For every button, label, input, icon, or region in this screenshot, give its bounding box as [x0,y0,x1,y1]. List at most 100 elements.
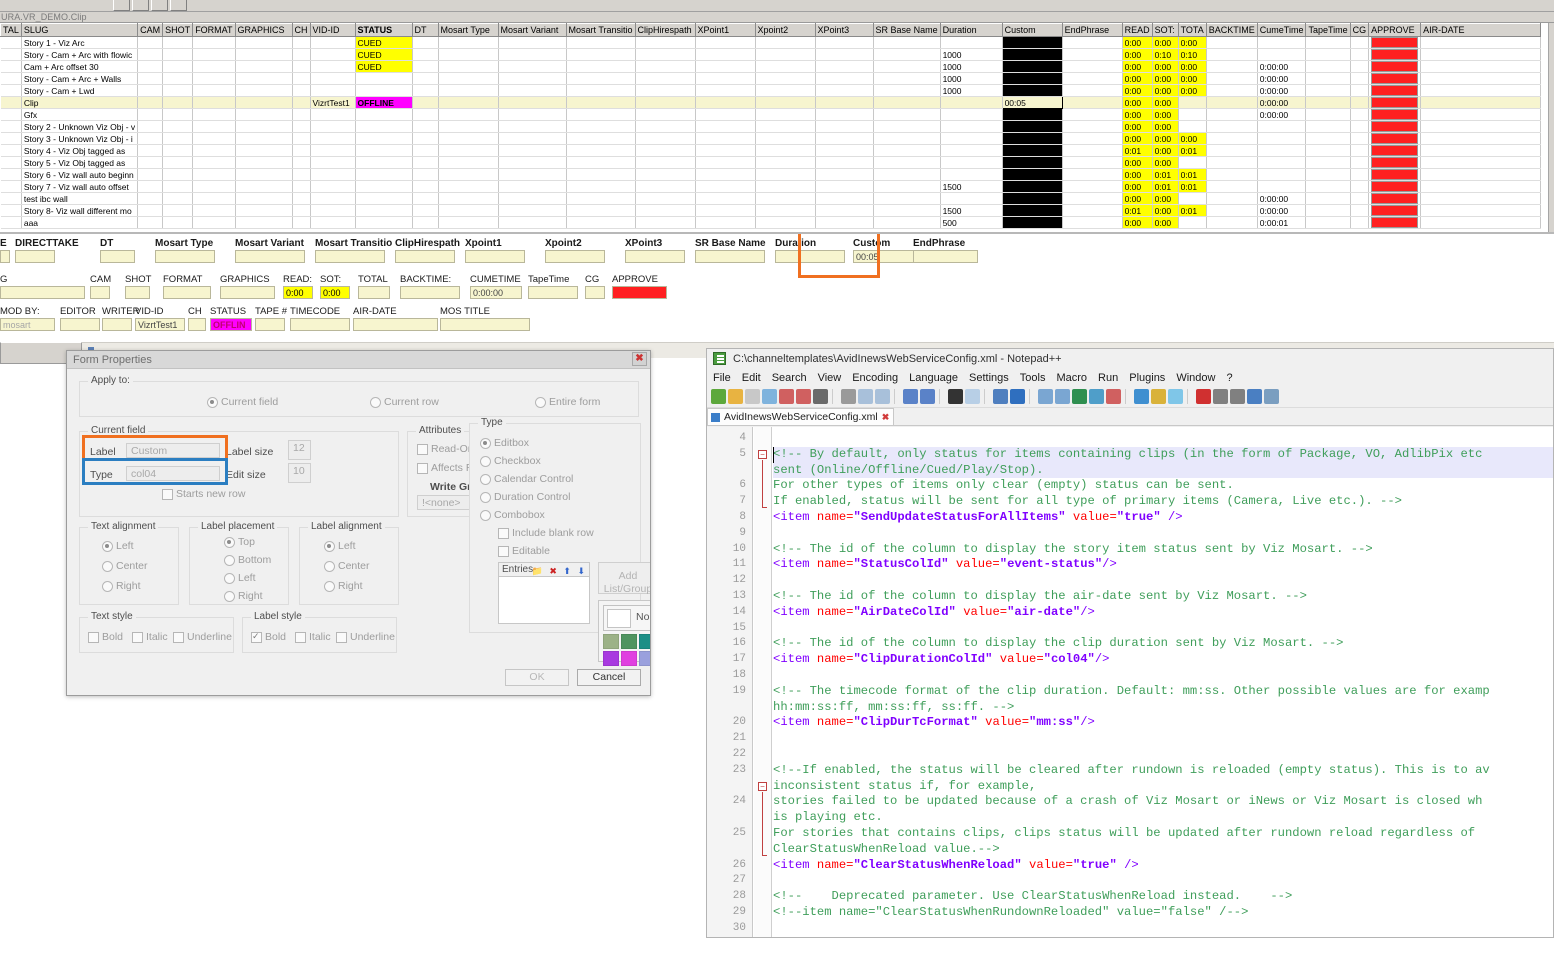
cell-slug[interactable]: Story 4 - Viz Obj tagged as [21,145,137,157]
cell-xpoint2[interactable] [755,37,815,49]
toolbar-button-3[interactable] [151,0,168,11]
cell-dt[interactable] [412,85,438,97]
cell-shot[interactable] [163,157,193,169]
cell-vid-id[interactable]: VizrtTest1 [310,97,355,109]
code-line[interactable]: <item name="AirDateColId" value="air-dat… [773,605,1095,621]
cell-cam[interactable] [138,37,163,49]
cell-mosart-transition[interactable] [566,169,635,181]
cell-cumetime[interactable]: 0:00:00 [1257,61,1306,73]
text-style-italic-checkbox[interactable]: Italic [132,631,168,643]
cell-cumetime[interactable]: 0:00:00 [1257,85,1306,97]
cell-cg[interactable] [1350,97,1369,109]
editable-checkbox[interactable]: Editable [498,545,550,557]
cell-xpoint3[interactable] [815,37,873,49]
column-header-cumetime[interactable]: CumeTime [1257,24,1306,37]
code-line[interactable]: <item name="ClipDurationColId" value="co… [773,652,1109,668]
no-color-swatch[interactable]: No Color [603,605,651,631]
cell-xpoint3[interactable] [815,181,873,193]
cell-total[interactable]: 0:01 [1178,169,1206,181]
field-input[interactable] [0,250,10,263]
column-header-mosart-type[interactable]: Mosart Type [438,24,498,37]
cell-status[interactable]: CUED [355,37,412,49]
field-input[interactable]: VizrtTest1 [135,318,185,331]
cell-ch[interactable] [292,181,310,193]
cell-total[interactable]: 0:01 [1178,181,1206,193]
cell-vid-id[interactable] [310,109,355,121]
cell-approve[interactable] [1369,169,1421,181]
cell-total[interactable]: 0:00 [1178,85,1206,97]
cell-cumetime[interactable]: 0:00:00 [1257,73,1306,85]
cell-ch[interactable] [292,37,310,49]
code-line[interactable]: <!-- The id of the column to display the… [773,589,1307,605]
column-header-graphics[interactable]: GRAPHICS [235,24,292,37]
cell-mosart-transition[interactable] [566,157,635,169]
cell-shot[interactable] [163,85,193,97]
field-input[interactable] [695,250,765,263]
cell-mosart-type[interactable] [438,37,498,49]
column-header-custom[interactable]: Custom [1002,24,1062,37]
cell-total[interactable]: 0:00 [1178,73,1206,85]
cell-xpoint3[interactable] [815,85,873,97]
cell-air-date[interactable] [1421,37,1541,49]
cell-cam[interactable] [138,61,163,73]
cell-format[interactable] [193,181,235,193]
fold-collapse-icon[interactable]: − [758,450,767,459]
column-header-xpoint3[interactable]: XPoint3 [815,24,873,37]
cell-backtime[interactable] [1206,109,1257,121]
cell-sr-base-name[interactable] [873,97,940,109]
toolbar-icon-16[interactable] [965,389,980,404]
cell-approve[interactable] [1369,85,1421,97]
cell-duration[interactable] [940,169,1002,181]
radio-label-align-center[interactable]: Center [324,560,370,572]
cell-duration[interactable]: 500 [940,217,1002,229]
radio-text-align-right[interactable]: Right [102,580,141,592]
close-icon[interactable]: ✖ [632,352,647,366]
cell-tal[interactable] [1,73,22,85]
radio-combobox[interactable]: Combobox [480,509,545,521]
field-input[interactable]: OFFLIN [210,318,252,331]
table-row[interactable]: Story 3 - Unknown Viz Obj - i0:000:000:0… [1,133,1541,145]
cell-mosart-transition[interactable] [566,121,635,133]
table-row[interactable]: ClipVizrtTest1OFFLINE00:050:000:000:00:0… [1,97,1541,109]
cell-xpoint3[interactable] [815,73,873,85]
field-input[interactable] [775,250,845,263]
cell-cumetime[interactable] [1257,121,1306,133]
cell-shot[interactable] [163,73,193,85]
cell-mosart-type[interactable] [438,145,498,157]
cell-endphrase[interactable] [1062,49,1122,61]
cell-tapetime[interactable] [1306,217,1350,229]
toolbar-icon-19[interactable] [1010,389,1025,404]
cell-tal[interactable] [1,37,22,49]
cell-ch[interactable] [292,133,310,145]
cell-format[interactable] [193,73,235,85]
cell-ch[interactable] [292,217,310,229]
code-line[interactable]: <!-- The id of the column to display the… [773,636,1343,652]
cell-sot[interactable]: 0:00 [1152,205,1178,217]
cell-mosart-transition[interactable] [566,193,635,205]
code-line[interactable]: <item name="ClipDurTcFormat" value="mm:s… [773,715,1095,731]
cell-status[interactable] [355,157,412,169]
column-header-sot-[interactable]: SOT: [1152,24,1178,37]
cell-mosart-type[interactable] [438,133,498,145]
cell-cg[interactable] [1350,37,1369,49]
toolbar-icon-8[interactable] [841,389,856,404]
cell-approve[interactable] [1369,49,1421,61]
cell-backtime[interactable] [1206,37,1257,49]
cell-air-date[interactable] [1421,61,1541,73]
cell-total[interactable]: 0:00 [1178,133,1206,145]
table-row[interactable]: Story 5 - Viz Obj tagged as0:000:00 [1,157,1541,169]
cell-slug[interactable]: test ibc wall [21,193,137,205]
cell-endphrase[interactable] [1062,109,1122,121]
cell-xpoint1[interactable] [695,169,755,181]
cell-tal[interactable] [1,169,22,181]
menu-item-tools[interactable]: Tools [1020,372,1046,384]
cell-cg[interactable] [1350,61,1369,73]
cell-backtime[interactable] [1206,217,1257,229]
radio-duration-control[interactable]: Duration Control [480,491,570,503]
field-input[interactable] [60,318,100,331]
cell-xpoint2[interactable] [755,169,815,181]
cell-tapetime[interactable] [1306,61,1350,73]
cell-graphics[interactable] [235,121,292,133]
cell-approve[interactable] [1369,61,1421,73]
cell-custom[interactable]: 00:05 [1002,97,1062,109]
